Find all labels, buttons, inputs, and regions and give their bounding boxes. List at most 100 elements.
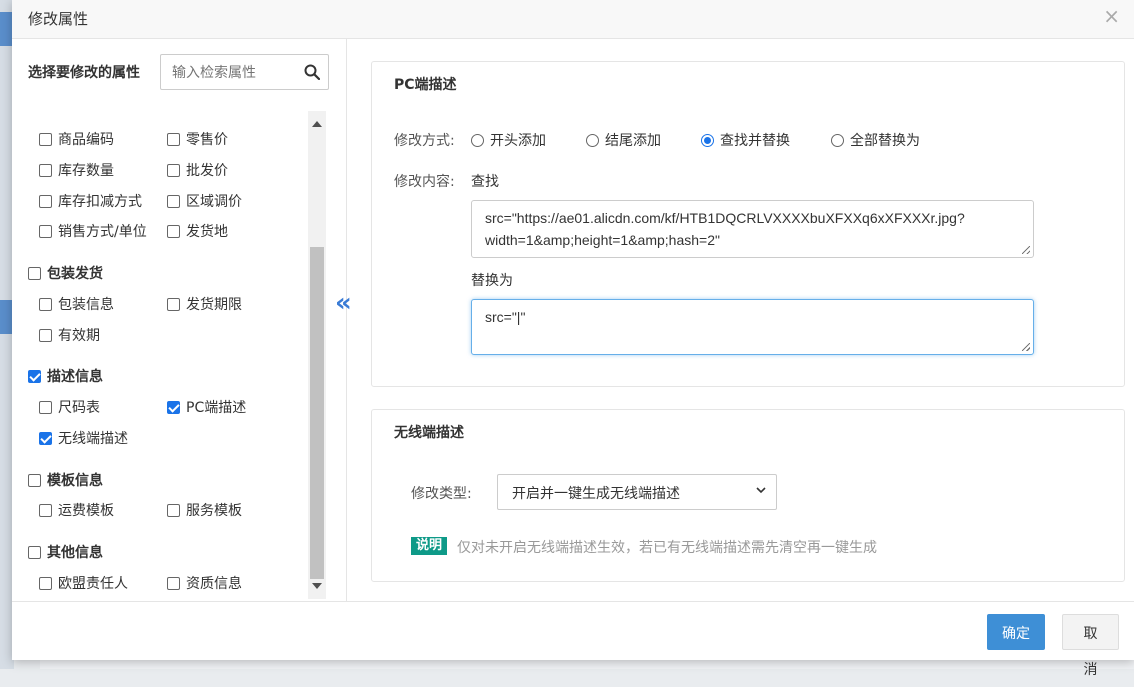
checkbox-label: 库存数量 — [58, 163, 114, 179]
find-textarea-value: src="https://ae01.alicdn.com/kf/HTB1DQCR… — [485, 210, 965, 248]
checkbox[interactable] — [39, 224, 52, 238]
checkbox-item-ship-deadline[interactable]: 发货期限 — [167, 294, 242, 314]
checkbox-checked[interactable] — [39, 431, 52, 445]
checkbox-label: 服务模板 — [186, 503, 242, 519]
checkbox[interactable] — [167, 297, 180, 311]
search-icon[interactable] — [304, 64, 320, 80]
resize-handle-icon[interactable] — [1022, 246, 1030, 254]
dialog-title: 修改属性 — [28, 10, 89, 28]
radio-prepend[interactable]: 开头添加 — [471, 130, 546, 150]
radio-button[interactable] — [831, 133, 844, 147]
radio-label: 开头添加 — [490, 133, 546, 149]
checkbox[interactable] — [39, 503, 52, 517]
checkbox-label: 有效期 — [58, 328, 100, 344]
confirm-button[interactable]: 确定 — [987, 614, 1045, 650]
checkbox[interactable] — [28, 266, 41, 280]
checkbox-item-stock-quantity[interactable]: 库存数量 — [39, 160, 114, 180]
scroll-up-arrow-icon[interactable] — [312, 121, 322, 127]
checkbox[interactable] — [28, 545, 41, 559]
close-icon[interactable]: × — [1103, 4, 1120, 28]
content-label: 修改内容: — [394, 174, 455, 190]
pc-section-title: PC端描述 — [394, 77, 457, 93]
radio-replace-all[interactable]: 全部替换为 — [831, 130, 920, 150]
replace-label: 替换为 — [471, 273, 513, 289]
checkbox-item-packaging-info[interactable]: 包装信息 — [39, 294, 114, 314]
checkbox-group-other[interactable]: 其他信息 — [28, 542, 103, 562]
checkbox-item-product-code[interactable]: 商品编码 — [39, 129, 114, 149]
checkbox-item-pc-description[interactable]: PC端描述 — [167, 397, 246, 417]
checkbox-label: 批发价 — [186, 163, 228, 179]
checkbox[interactable] — [39, 163, 52, 177]
note-text: 仅对未开启无线端描述生效，若已有无线端描述需先清空再一键生成 — [457, 540, 877, 556]
checkbox[interactable] — [167, 576, 180, 590]
checkbox-item-wholesale-price[interactable]: 批发价 — [167, 160, 228, 180]
checkbox-checked[interactable] — [167, 400, 180, 414]
collapse-panel-icon[interactable]: « — [335, 288, 352, 318]
resize-handle-icon[interactable] — [1022, 343, 1030, 351]
checkbox-label: 销售方式/单位 — [58, 224, 147, 240]
checkbox-label: 包装发货 — [47, 266, 103, 282]
checkbox-checked[interactable] — [28, 369, 41, 383]
checkbox-label: 发货期限 — [186, 297, 242, 313]
radio-button-selected[interactable] — [701, 133, 714, 147]
modify-type-select[interactable]: 开启并一键生成无线端描述 — [497, 474, 777, 510]
checkbox-item-regional-pricing[interactable]: 区域调价 — [167, 191, 242, 211]
pc-description-section: PC端描述 修改方式: 开头添加 结尾添加 查找并替换 全部替换为 修改内容: … — [371, 61, 1125, 387]
checkbox-group-packaging[interactable]: 包装发货 — [28, 263, 103, 283]
cancel-button[interactable]: 取消 — [1062, 614, 1119, 677]
checkbox[interactable] — [167, 224, 180, 238]
checkbox-group-template[interactable]: 模板信息 — [28, 470, 103, 490]
checkbox-item-wireless-description[interactable]: 无线端描述 — [39, 428, 128, 448]
radio-button[interactable] — [471, 133, 484, 147]
checkbox[interactable] — [167, 163, 180, 177]
find-textarea[interactable]: src="https://ae01.alicdn.com/kf/HTB1DQCR… — [471, 200, 1034, 258]
checkbox-item-sales-unit[interactable]: 销售方式/单位 — [39, 221, 147, 241]
checkbox-group-description[interactable]: 描述信息 — [28, 366, 103, 386]
checkbox-item-eu-responsible[interactable]: 欧盟责任人 — [39, 573, 128, 593]
checkbox[interactable] — [167, 503, 180, 517]
modify-type-selected-value: 开启并一键生成无线端描述 — [512, 486, 680, 502]
checkbox-item-size-chart[interactable]: 尺码表 — [39, 397, 100, 417]
checkbox-label: 描述信息 — [47, 369, 103, 385]
attribute-tree: 商品编码 零售价 库存数量 批发价 库存扣减方式 区域调价 销售方式/单位 发货… — [12, 111, 322, 599]
dialog-footer: 确定 取消 — [12, 601, 1134, 677]
checkbox-label: PC端描述 — [186, 400, 247, 416]
checkbox[interactable] — [39, 194, 52, 208]
scroll-thumb[interactable] — [310, 247, 324, 579]
radio-find-replace[interactable]: 查找并替换 — [701, 130, 790, 150]
attribute-search-input[interactable] — [161, 55, 291, 89]
checkbox[interactable] — [39, 297, 52, 311]
tree-scrollbar[interactable] — [308, 111, 326, 599]
scroll-down-arrow-icon[interactable] — [312, 583, 322, 589]
checkbox[interactable] — [28, 473, 41, 487]
checkbox-item-qualification[interactable]: 资质信息 — [167, 573, 242, 593]
checkbox-label: 欧盟责任人 — [58, 576, 128, 592]
checkbox-label: 模板信息 — [47, 473, 103, 489]
checkbox-item-service-template[interactable]: 服务模板 — [167, 500, 242, 520]
radio-label: 查找并替换 — [720, 133, 790, 149]
radio-label: 结尾添加 — [605, 133, 661, 149]
checkbox-label: 商品编码 — [58, 132, 114, 148]
type-label: 修改类型: — [411, 486, 472, 502]
checkbox-label: 区域调价 — [186, 194, 242, 210]
checkbox-label: 发货地 — [186, 224, 228, 240]
checkbox-item-validity[interactable]: 有效期 — [39, 325, 100, 345]
dialog-header: 修改属性 × — [12, 0, 1134, 39]
checkbox-item-ship-from[interactable]: 发货地 — [167, 221, 228, 241]
checkbox-label: 无线端描述 — [58, 431, 128, 447]
wireless-section-title: 无线端描述 — [394, 425, 464, 441]
chevron-down-icon — [756, 487, 766, 494]
checkbox[interactable] — [39, 400, 52, 414]
replace-textarea[interactable]: src="|" — [471, 299, 1034, 355]
checkbox-item-shipping-template[interactable]: 运费模板 — [39, 500, 114, 520]
radio-append[interactable]: 结尾添加 — [586, 130, 661, 150]
checkbox[interactable] — [39, 132, 52, 146]
checkbox-item-retail-price[interactable]: 零售价 — [167, 129, 228, 149]
radio-button[interactable] — [586, 133, 599, 147]
checkbox[interactable] — [167, 194, 180, 208]
checkbox[interactable] — [39, 328, 52, 342]
checkbox[interactable] — [167, 132, 180, 146]
note-badge: 说明 — [411, 537, 448, 555]
checkbox-item-stock-deduction[interactable]: 库存扣减方式 — [39, 191, 142, 211]
checkbox[interactable] — [39, 576, 52, 590]
